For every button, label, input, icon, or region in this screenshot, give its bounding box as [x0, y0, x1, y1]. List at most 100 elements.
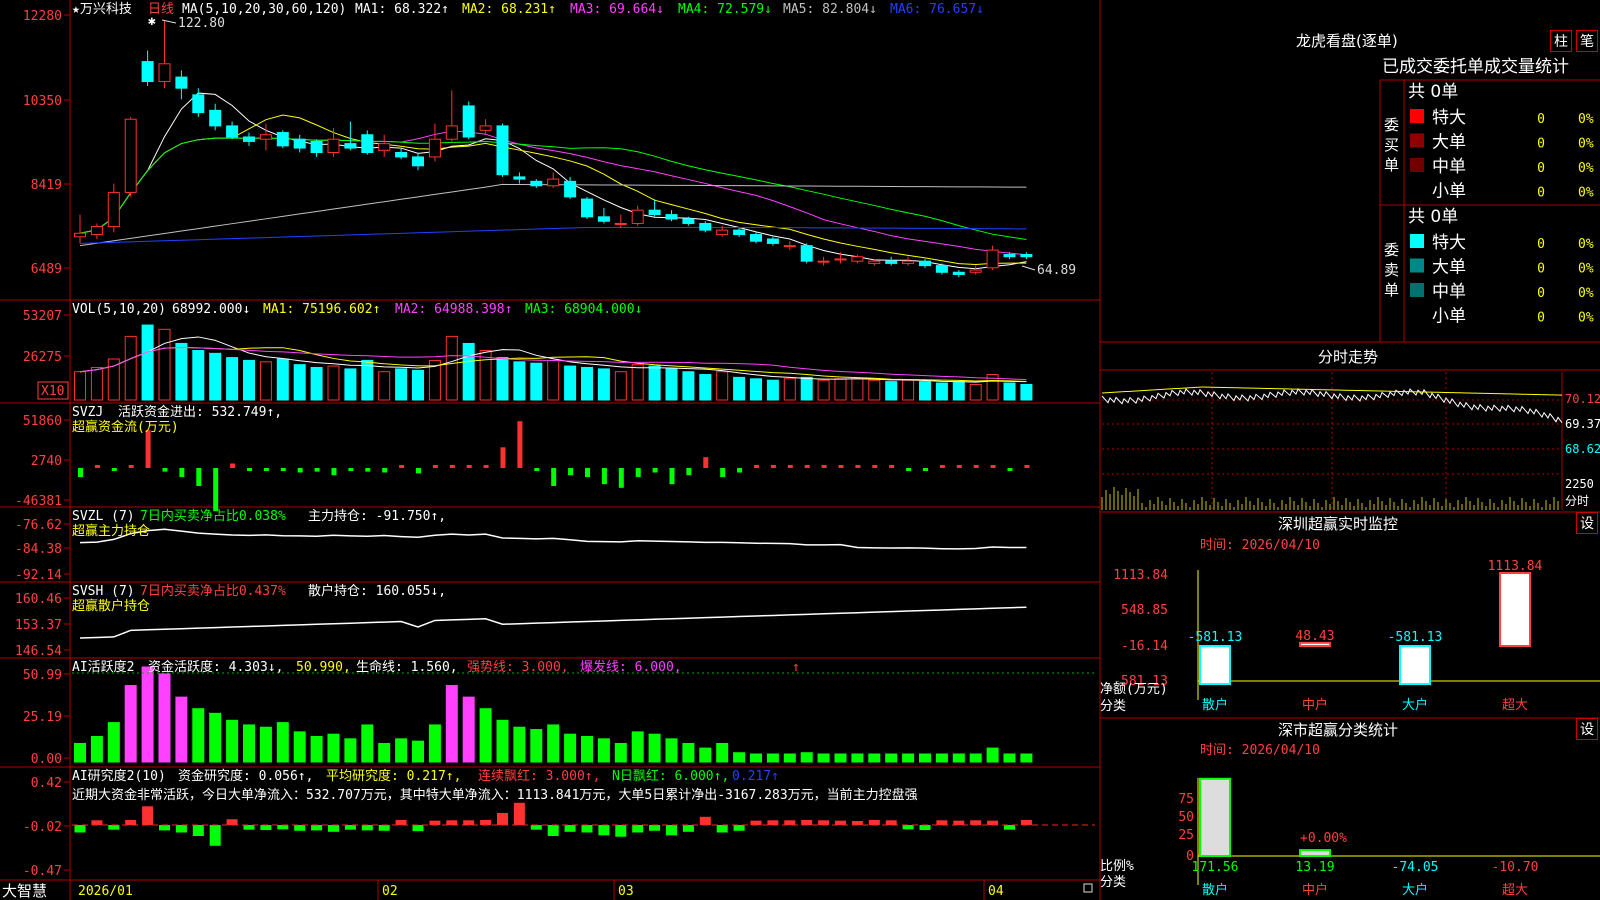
sell-label-2: 卖	[1384, 261, 1399, 279]
svsh-line2: 超赢散户持仓	[72, 598, 150, 614]
svzj-bar	[1007, 468, 1013, 471]
order-count: 0	[1537, 112, 1545, 127]
research-bar	[361, 825, 373, 831]
research-bar	[1004, 825, 1015, 830]
svzj-bar	[196, 468, 202, 486]
activity-bar	[766, 753, 779, 763]
class-value-label: -10.70	[1492, 860, 1539, 875]
act-arrow-icon: ↑	[792, 660, 800, 675]
activity-bar	[682, 742, 695, 763]
act-v5: 爆发线: 6.000,	[580, 659, 682, 675]
research-bar	[801, 819, 813, 825]
activity-bar	[547, 724, 560, 763]
volume-bar	[412, 369, 424, 401]
svsh-tick-3: 146.54	[15, 644, 62, 659]
ma3-value: MA3: 69.664↓	[570, 2, 664, 17]
research-bar	[497, 812, 508, 825]
order-pct: 0%	[1578, 262, 1594, 277]
volume-bar	[547, 359, 560, 401]
svzj-bar	[314, 468, 320, 472]
activity-bar	[226, 719, 239, 763]
research-bar	[159, 825, 170, 831]
svzj-bar	[466, 465, 472, 468]
order-swatch	[1410, 182, 1424, 197]
svzj-bar	[787, 465, 793, 468]
research-bar	[395, 819, 407, 825]
volume-bar	[530, 362, 543, 401]
class-title: 深市超赢分类统计	[1278, 721, 1398, 739]
bar-view-button[interactable]: 柱	[1550, 30, 1572, 52]
order-type-label: 中单	[1432, 282, 1466, 302]
volume-bar	[851, 378, 864, 401]
research-bar	[429, 820, 441, 825]
svzj-bar	[855, 465, 861, 468]
svzj-bar	[872, 465, 878, 468]
candle-body	[935, 265, 948, 273]
high-marker: 122.80	[178, 16, 225, 31]
order-count: 0	[1537, 262, 1545, 277]
research-bar	[463, 820, 475, 825]
order-count: 0	[1537, 161, 1545, 176]
candle-body	[665, 214, 678, 220]
svzj-bar	[821, 465, 827, 468]
activity-bar	[783, 753, 796, 763]
svzj-bar	[432, 465, 438, 468]
monitor-value-label: -581.13	[1388, 630, 1443, 645]
candle-body	[209, 109, 222, 127]
volume-bar	[107, 358, 120, 401]
activity-bar	[919, 753, 931, 763]
monitor-value-label: 1113.84	[1488, 559, 1543, 574]
candle-body	[107, 191, 120, 228]
activity-bar	[74, 742, 86, 763]
activity-bar	[648, 733, 661, 763]
buy-label-1: 委	[1384, 116, 1399, 134]
class-bar	[1299, 849, 1331, 858]
ma5-value: MA5: 82.804↓	[783, 2, 877, 17]
activity-bar	[699, 747, 712, 763]
x-label-feb: 02	[382, 884, 398, 899]
order-type-label: 小单	[1432, 307, 1466, 327]
tick-view-button[interactable]: 笔	[1576, 30, 1598, 52]
candle-body	[361, 134, 374, 154]
research-bar	[446, 820, 458, 825]
class-settings-button[interactable]: 设	[1576, 718, 1598, 740]
research-bar	[733, 825, 745, 831]
candle-body	[783, 245, 796, 248]
x-label-jan: 2026/01	[78, 884, 133, 899]
activity-bar	[327, 733, 340, 763]
res-v1: 资金研究度: 0.056↑,	[178, 768, 313, 784]
research-bar	[91, 820, 103, 825]
order-type-label: 特大	[1432, 108, 1466, 128]
volume-bar	[513, 361, 526, 401]
candle-body	[276, 132, 289, 147]
volume-bar	[259, 361, 272, 401]
svzj-bar	[720, 468, 726, 477]
monitor-category: 散户	[1202, 697, 1228, 713]
candle-body	[969, 269, 982, 273]
candle-body	[90, 226, 103, 236]
stock-title[interactable]: ★万兴科技	[72, 2, 132, 17]
svzl-tick-2: -84.38	[15, 542, 62, 557]
monitor-settings-button[interactable]: 设	[1576, 512, 1598, 534]
svzj-bar	[601, 468, 607, 485]
research-bar	[294, 825, 306, 831]
volume-bar	[378, 371, 391, 401]
svzj-bar	[686, 468, 692, 476]
res-v3: 连续飘红: 3.000↑,	[478, 768, 600, 784]
research-bar	[277, 825, 289, 830]
svzj-bar	[1024, 465, 1030, 468]
activity-bar	[564, 733, 577, 763]
class-small-label: +0.00%	[1300, 831, 1347, 846]
activity-bar	[259, 726, 272, 763]
candle-body	[259, 134, 272, 140]
intraday-unit: 分时	[1565, 494, 1589, 508]
activity-bar	[378, 742, 391, 763]
activity-bar	[800, 752, 813, 763]
svsh-tick-2: 153.37	[15, 618, 62, 633]
monitor-time: 时间: 2026/04/10	[1200, 538, 1320, 553]
order-pct: 0%	[1578, 311, 1594, 326]
svzj-bar	[923, 468, 928, 471]
research-bar	[192, 825, 204, 836]
act-v1: 资金活跃度: 4.303↓,	[148, 659, 283, 675]
candle-body	[243, 136, 255, 142]
